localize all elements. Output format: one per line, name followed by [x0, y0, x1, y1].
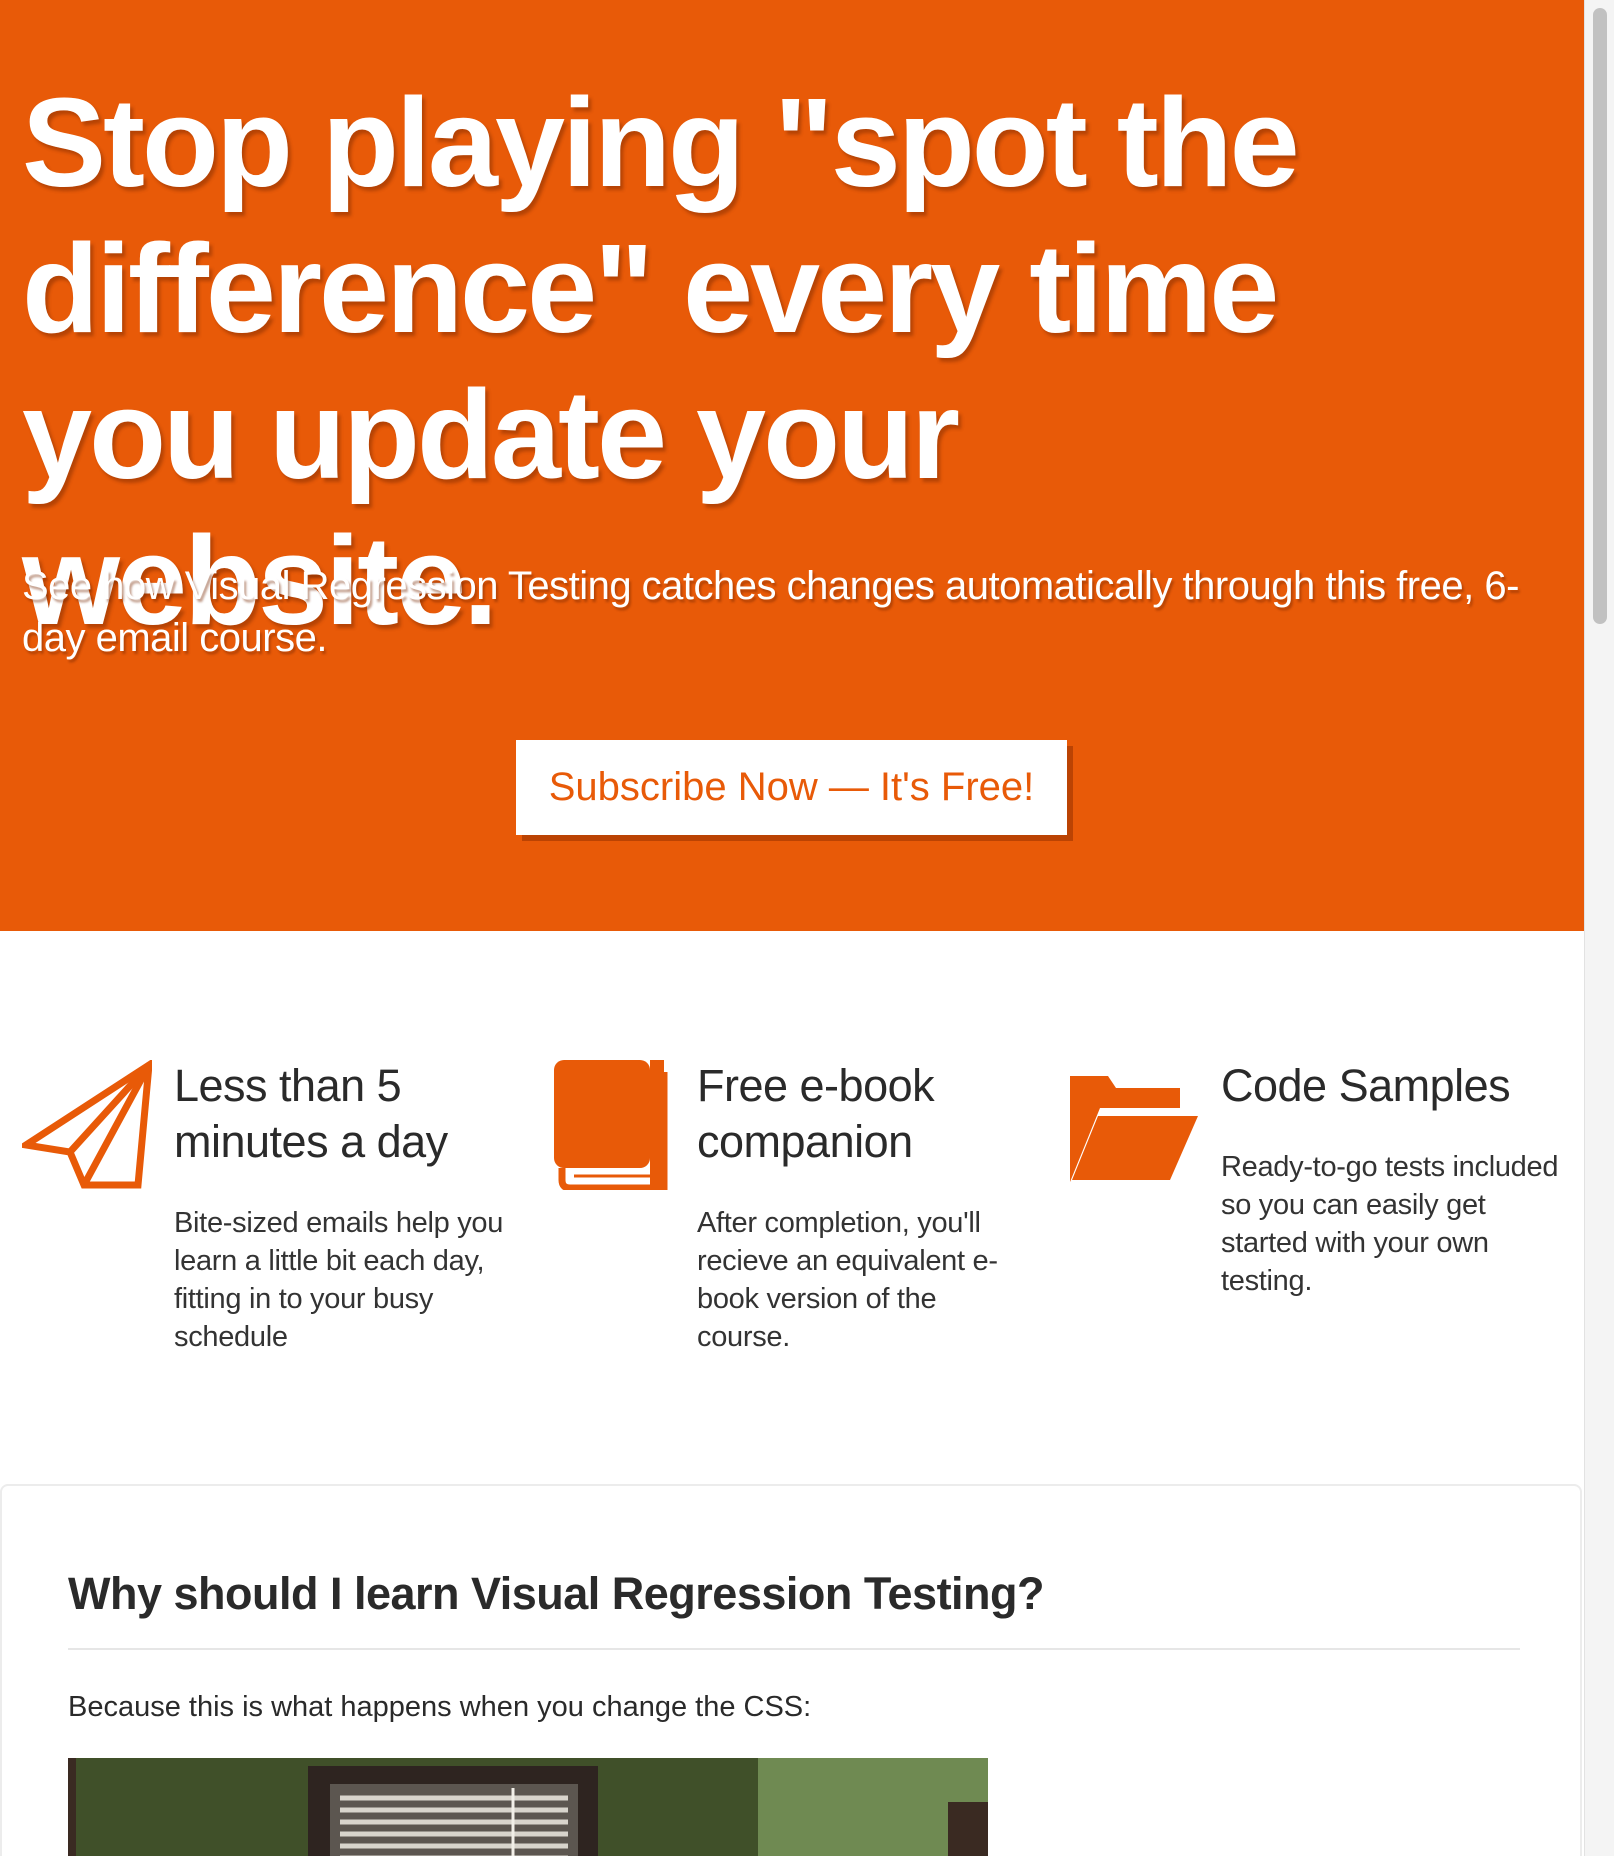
why-section-card: Why should I learn Visual Regression Tes… — [0, 1484, 1582, 1856]
css-change-animation-image — [68, 1758, 988, 1856]
feature-title: Code Samples — [1221, 1060, 1511, 1111]
divider — [68, 1648, 1520, 1650]
feature-description: After completion, you'll recieve an equi… — [697, 1207, 998, 1353]
feature-description: Ready-to-go tests included so you can ea… — [1221, 1151, 1559, 1297]
scrollbar-thumb[interactable] — [1593, 8, 1607, 624]
section-title: Why should I learn Visual Regression Tes… — [68, 1568, 1045, 1619]
paper-plane-icon — [16, 1058, 154, 1190]
folder-open-icon — [1068, 1074, 1200, 1182]
book-icon — [552, 1058, 668, 1192]
feature-title: Less than 5 minutes a day — [174, 1060, 448, 1167]
subscribe-button[interactable]: Subscribe Now — It's Free! — [516, 740, 1067, 835]
scrollbar[interactable] — [1584, 0, 1614, 1856]
page-content: Stop playing "spot the difference" every… — [0, 0, 1584, 1856]
hero-subtitle: See how Visual Regression Testing catche… — [22, 564, 1519, 660]
feature-description: Bite-sized emails help you learn a littl… — [174, 1207, 504, 1353]
page: Stop playing "spot the difference" every… — [0, 0, 1614, 1856]
hero-section: Stop playing "spot the difference" every… — [0, 0, 1584, 931]
section-text: Because this is what happens when you ch… — [68, 1691, 812, 1723]
feature-title: Free e-book companion — [697, 1060, 935, 1167]
